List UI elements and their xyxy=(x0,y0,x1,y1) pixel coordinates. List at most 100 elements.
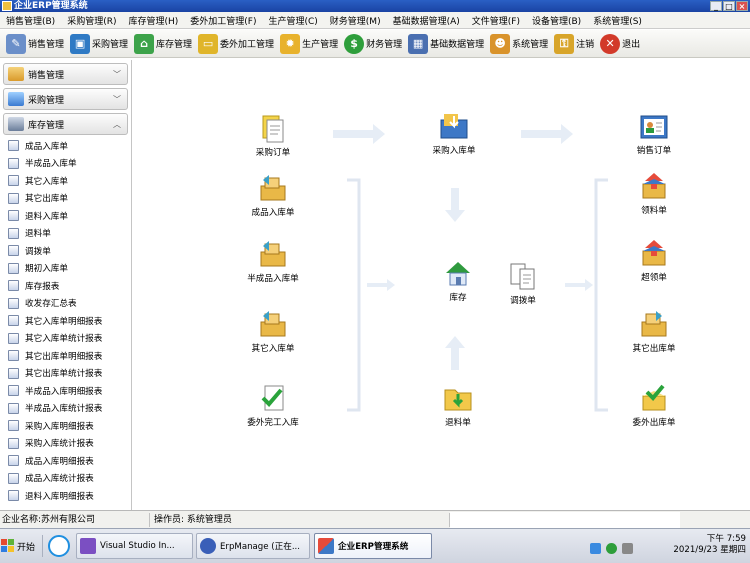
sidebar-item[interactable]: 其它出库单 xyxy=(0,190,131,208)
sidebar-group-purchase[interactable]: 采购管理 ﹀ xyxy=(3,88,128,110)
sidebar-item[interactable]: 库存报表 xyxy=(0,277,131,295)
sidebar-item-label: 半成品入库单 xyxy=(25,159,77,170)
sidebar-item-label: 其它出库单明细报表 xyxy=(25,351,103,362)
toolbar-production-button[interactable]: ✹ 生产管理 xyxy=(280,32,338,56)
taskbar-separator xyxy=(42,535,43,557)
minimize-button[interactable]: _ xyxy=(710,1,722,11)
toolbar-system-label: 系统管理 xyxy=(512,40,549,50)
node-other-in[interactable]: 其它入库单 xyxy=(238,308,308,354)
house-icon: ⌂ xyxy=(134,33,155,54)
sidebar-item[interactable]: 其它入库单 xyxy=(0,172,131,190)
menu-production[interactable]: 生产管理(C) xyxy=(268,14,317,27)
node-transfer[interactable]: 调拨单 xyxy=(488,260,558,306)
sidebar-item[interactable]: 退料单 xyxy=(0,225,131,243)
sidebar-item[interactable]: 采购入库统计报表 xyxy=(0,435,131,453)
arrow-right-icon xyxy=(333,124,385,144)
sidebar-item-label: 采购入库明细报表 xyxy=(25,421,94,432)
sidebar-group-inventory[interactable]: 库存管理 ︿ xyxy=(3,113,128,135)
form-icon xyxy=(8,472,19,484)
sidebar-item-label: 退料入库单 xyxy=(25,211,68,222)
node-label: 调拨单 xyxy=(510,296,536,306)
toolbar-outsource-button[interactable]: ▭ 委外加工管理 xyxy=(198,32,274,56)
form-icon xyxy=(8,227,19,239)
menu-finance[interactable]: 财务管理(M) xyxy=(330,14,381,27)
menu-system[interactable]: 系统管理(S) xyxy=(593,14,642,27)
documents-icon xyxy=(510,263,535,290)
node-inventory[interactable]: 库存 xyxy=(423,257,493,303)
node-label: 成品入库单 xyxy=(251,208,295,218)
node-return-in[interactable]: 退料单 xyxy=(423,382,493,428)
node-sales-order[interactable]: 销售订单 xyxy=(619,110,689,156)
node-picking[interactable]: 领料单 xyxy=(619,170,689,216)
maximize-button[interactable]: □ xyxy=(723,1,735,11)
start-button[interactable]: 开始 xyxy=(1,533,39,559)
browser-quicklaunch-icon[interactable] xyxy=(48,535,70,557)
sidebar-item[interactable]: 调拨单 xyxy=(0,242,131,260)
toolbar-sales-button[interactable]: ✎ 销售管理 xyxy=(6,32,64,56)
task-visual-studio[interactable]: Visual Studio In... xyxy=(76,533,193,559)
sidebar-item-label: 其它出库单统计报表 xyxy=(25,369,103,380)
toolbar-finance-button[interactable]: $ 财务管理 xyxy=(344,32,402,56)
sidebar-item[interactable]: 半成品入库单 xyxy=(0,155,131,173)
sidebar-item[interactable]: 其它出库单统计报表 xyxy=(0,365,131,383)
sidebar-item[interactable]: 其它出库单明细报表 xyxy=(0,347,131,365)
sidebar-item[interactable]: 成品入库明细报表 xyxy=(0,452,131,470)
sidebar-item-label: 半成品入库统计报表 xyxy=(25,404,103,415)
toolbar-basic-data-label: 基础数据管理 xyxy=(430,40,485,50)
menu-basic-data[interactable]: 基础数据管理(A) xyxy=(393,14,460,27)
node-label: 采购入库单 xyxy=(432,146,476,156)
toolbar-logout-button[interactable]: ⚿ 注销 xyxy=(554,32,594,56)
sidebar-item[interactable]: 半成品入库明细报表 xyxy=(0,382,131,400)
menu-inventory[interactable]: 库存管理(H) xyxy=(128,14,178,27)
network-icon[interactable] xyxy=(590,543,601,554)
shield-icon[interactable] xyxy=(606,543,617,554)
sidebar-item-label: 退料入库明细报表 xyxy=(25,491,94,502)
close-button[interactable]: × xyxy=(736,1,748,11)
sidebar-item[interactable]: 成品入库统计报表 xyxy=(0,470,131,488)
node-over-picking[interactable]: 超领单 xyxy=(619,237,689,283)
sidebar-item[interactable]: 期初入库单 xyxy=(0,260,131,278)
menu-files[interactable]: 文件管理(F) xyxy=(472,14,520,27)
toolbar-inventory-button[interactable]: ⌂ 库存管理 xyxy=(134,32,192,56)
sidebar-item[interactable]: 采购入库明细报表 xyxy=(0,417,131,435)
toolbar-exit-button[interactable]: ✕ 退出 xyxy=(600,32,640,56)
node-purchase-order[interactable]: 采购订单 xyxy=(238,112,308,158)
inbox-icon xyxy=(440,114,468,139)
node-other-out[interactable]: 其它出库单 xyxy=(619,308,689,354)
app-icon xyxy=(2,1,12,11)
menu-equipment[interactable]: 设备管理(B) xyxy=(532,14,581,27)
sidebar-item[interactable]: 退料入库单 xyxy=(0,207,131,225)
clock[interactable]: 下午 7:59 2021/9/23 星期四 xyxy=(673,534,746,556)
sidebar-item[interactable]: 半成品入库统计报表 xyxy=(0,400,131,418)
toolbar-purchase-button[interactable]: ▣ 采购管理 xyxy=(70,32,128,56)
menu-purchase[interactable]: 采购管理(R) xyxy=(67,14,116,27)
node-outsource-out[interactable]: 委外出库单 xyxy=(619,382,689,428)
sidebar-item[interactable]: 其它入库单统计报表 xyxy=(0,330,131,348)
node-semi-in[interactable]: 半成品入库单 xyxy=(238,238,308,284)
menu-outsource[interactable]: 委外加工管理(F) xyxy=(190,14,256,27)
toolbar-basic-data-button[interactable]: ▦ 基础数据管理 xyxy=(408,32,484,56)
contact-card-icon xyxy=(640,115,668,139)
node-purchase-in[interactable]: 采购入库单 xyxy=(419,110,489,156)
sidebar-item[interactable]: 退料入库明细报表 xyxy=(0,487,131,505)
menu-sales[interactable]: 销售管理(B) xyxy=(6,14,55,27)
sidebar-item-label: 其它出库单 xyxy=(25,194,68,205)
task-erp-system[interactable]: 企业ERP管理系统 xyxy=(314,533,432,559)
dollar-icon: $ xyxy=(344,33,365,54)
node-finished-in[interactable]: 成品入库单 xyxy=(238,172,308,218)
company-name: 苏州有限公司 xyxy=(41,514,96,525)
node-label: 半成品入库单 xyxy=(247,274,299,284)
node-outsource-in[interactable]: 委外完工入库 xyxy=(238,382,308,428)
volume-icon[interactable] xyxy=(622,543,633,554)
task-erp-manage[interactable]: ErpManage (正在... xyxy=(196,533,310,559)
sidebar-item[interactable]: 其它入库单明细报表 xyxy=(0,312,131,330)
form-icon xyxy=(8,210,19,222)
sidebar-group-sales[interactable]: 销售管理 ﹀ xyxy=(3,63,128,85)
form-icon xyxy=(8,420,19,432)
operator-name: 系统管理员 xyxy=(186,514,232,525)
toolbar-system-button[interactable]: ☻ 系统管理 xyxy=(490,32,548,56)
sidebar-item[interactable]: 收发存汇总表 xyxy=(0,295,131,313)
house-icon xyxy=(446,262,470,286)
box-up-icon xyxy=(642,240,666,266)
sidebar-item[interactable]: 成品入库单 xyxy=(0,137,131,155)
